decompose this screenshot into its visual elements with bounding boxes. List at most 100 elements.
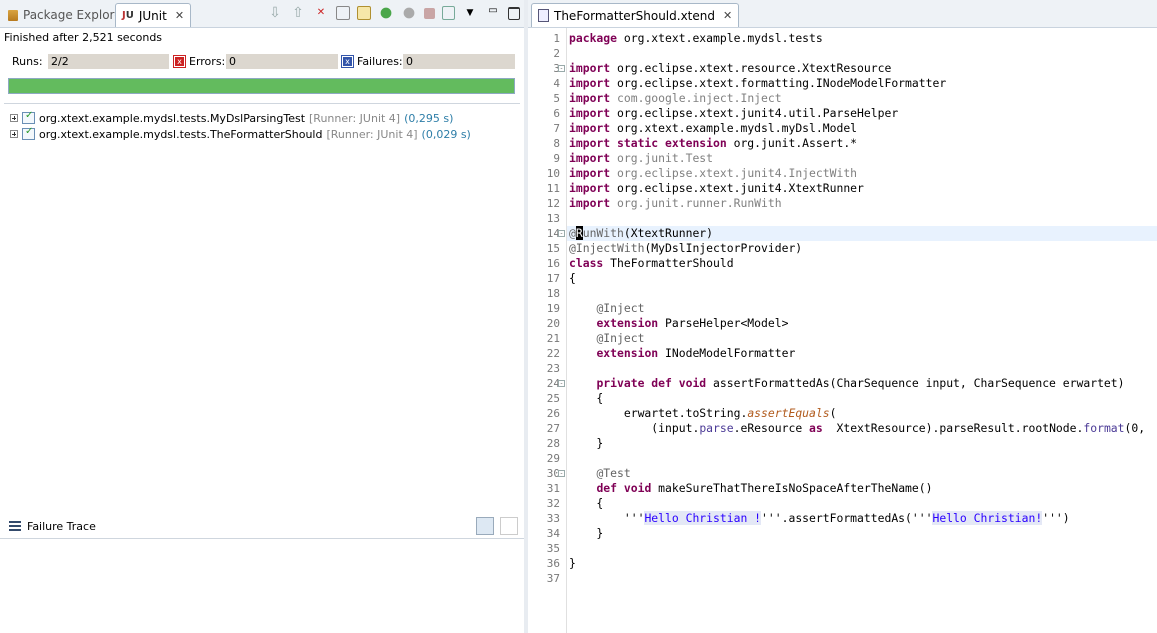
errors-label-group: x Errors: [173, 55, 225, 68]
expand-icon[interactable] [10, 114, 18, 122]
fold-toggle-icon[interactable]: - [558, 380, 565, 387]
line-number: 37 [546, 572, 560, 585]
code-line[interactable]: '''Hello Christian !'''.assertFormattedA… [569, 511, 1070, 526]
code-token: org.eclipse.xtext.resource.XtextResource [617, 61, 892, 75]
line-number: 23 [546, 362, 560, 375]
fold-toggle-icon[interactable]: - [558, 230, 565, 237]
code-token: import [569, 61, 618, 75]
code-line[interactable]: @Inject [569, 301, 644, 316]
code-line[interactable]: extension ParseHelper<Model> [569, 316, 788, 331]
line-number: 12 [546, 197, 560, 210]
test-run-history-icon[interactable] [442, 6, 455, 20]
test-progress-bar [8, 78, 515, 94]
code-line[interactable]: @Inject [569, 331, 644, 346]
code-line[interactable]: } [569, 556, 576, 571]
history-icon[interactable] [357, 6, 371, 20]
code-line[interactable]: import com.google.inject.Inject [569, 91, 782, 106]
tab-junit[interactable]: JU JUnit ✕ [115, 3, 192, 27]
code-line[interactable]: extension INodeModelFormatter [569, 346, 795, 361]
view-menu-icon[interactable]: ▼ [462, 5, 478, 21]
stop-icon[interactable] [424, 7, 435, 19]
line-number: 34 [546, 527, 560, 540]
previous-failure-icon[interactable]: ⇧ [290, 5, 306, 21]
test-time: (0,029 s) [421, 127, 471, 141]
line-number: 36 [546, 557, 560, 570]
code-line[interactable]: import org.eclipse.xtext.junit4.util.Par… [569, 106, 898, 121]
code-token: ( [829, 406, 837, 420]
code-line[interactable]: } [569, 526, 603, 541]
line-number: 24 [546, 377, 560, 390]
code-area[interactable]: 1 2 3-4 5 6 7 8 9 10 11 12 13 14-15 16 17 18 19 20 21 22 23 2… [528, 28, 1157, 633]
failures-label: Failures: [357, 55, 403, 68]
test-runner: [Runner: JUnit 4] [326, 127, 418, 141]
rerun-failed-first-icon[interactable] [401, 5, 417, 21]
code-line[interactable]: class TheFormatterShould [569, 256, 734, 271]
code-line[interactable]: import org.eclipse.xtext.formatting.INod… [569, 76, 946, 91]
line-number: 32 [546, 497, 560, 510]
rerun-test-icon[interactable] [378, 5, 394, 21]
code-line[interactable]: { [569, 496, 603, 511]
code-line[interactable]: import org.junit.runner.RunWith [569, 196, 782, 211]
editor-tab-bar: TheFormatterShould.xtend ✕ [528, 0, 1157, 28]
next-failure-icon[interactable]: ⇩ [267, 5, 283, 21]
code-line[interactable]: package org.xtext.example.mydsl.tests [569, 31, 823, 46]
line-number: 9 [553, 152, 560, 165]
fold-toggle-icon[interactable]: - [558, 470, 565, 477]
code-token: assertEquals [747, 406, 830, 420]
line-number: 28 [546, 437, 560, 450]
code-token: org.xtext.example.mydsl.tests [623, 31, 823, 45]
code-line[interactable]: import static extension org.junit.Assert… [569, 136, 857, 151]
code-token: assertFormattedAs(CharSequence input, Ch… [713, 376, 1125, 390]
tab-package-explorer[interactable]: Package Explorer [2, 3, 133, 27]
close-icon[interactable]: ✕ [175, 9, 184, 22]
xtend-file-icon [538, 9, 549, 22]
editor-tab-label: TheFormatterShould.xtend [554, 8, 715, 23]
test-time: (0,295 s) [404, 111, 454, 125]
code-line[interactable]: def void makeSureThatThereIsNoSpaceAfter… [569, 481, 932, 496]
code-token: format [1083, 421, 1125, 435]
line-number: 4 [553, 77, 560, 90]
code-token: } [569, 556, 576, 570]
code-line[interactable]: import org.junit.Test [569, 151, 713, 166]
line-number: 35 [546, 542, 560, 555]
line-number: 14 [546, 227, 560, 240]
code-line[interactable]: import org.eclipse.xtext.resource.XtextR… [569, 61, 891, 76]
code-line[interactable]: (input.parse.eResource as XtextResource)… [569, 421, 1145, 436]
code-line[interactable]: import org.xtext.example.mydsl.myDsl.Mod… [569, 121, 857, 136]
code-line[interactable]: @Test [569, 466, 631, 481]
minimize-icon[interactable]: ▭ [485, 5, 501, 21]
scroll-lock-icon[interactable] [336, 6, 350, 20]
maximize-icon[interactable] [508, 6, 520, 20]
code-line[interactable]: import org.eclipse.xtext.junit4.InjectWi… [569, 166, 857, 181]
line-number: 2 [553, 47, 560, 60]
code-line[interactable]: } [569, 436, 603, 451]
code-line[interactable]: erwartet.toString.assertEquals( [569, 406, 837, 421]
tab-junit-label: JUnit [138, 8, 167, 23]
fold-toggle-icon[interactable]: - [558, 65, 565, 72]
close-icon[interactable]: ✕ [723, 9, 732, 22]
show-failures-only-icon[interactable]: ✕ [313, 5, 329, 21]
line-number: 3 [553, 62, 560, 75]
test-tree-row[interactable]: org.xtext.example.mydsl.tests.MyDslParsi… [10, 110, 453, 126]
compare-results-icon[interactable] [500, 517, 518, 535]
expand-icon[interactable] [10, 130, 18, 138]
code-line[interactable]: { [569, 271, 576, 286]
code-token: class [569, 256, 611, 270]
code-line[interactable]: @RunWith(XtextRunner) [569, 226, 713, 241]
filter-stack-trace-icon[interactable] [476, 517, 494, 535]
test-tree-row[interactable]: org.xtext.example.mydsl.tests.TheFormatt… [10, 126, 471, 142]
code-line[interactable]: @InjectWith(MyDslInjectorProvider) [569, 241, 802, 256]
code-token: org.junit.Assert.* [733, 136, 858, 150]
code-token: (input. [569, 421, 700, 435]
line-number: 19 [546, 302, 560, 315]
code-token: @Test [596, 466, 631, 480]
code-line[interactable]: { [569, 391, 603, 406]
code-token: @InjectWith [569, 241, 645, 255]
code-token: import [569, 76, 618, 90]
code-line[interactable]: private def void assertFormattedAs(CharS… [569, 376, 1125, 391]
code-line[interactable]: import org.eclipse.xtext.junit4.XtextRun… [569, 181, 864, 196]
code-token: org.junit.Test [617, 151, 714, 165]
code-token: org.xtext.example.mydsl.myDsl.Model [617, 121, 858, 135]
tab-editor-file[interactable]: TheFormatterShould.xtend ✕ [531, 3, 740, 27]
